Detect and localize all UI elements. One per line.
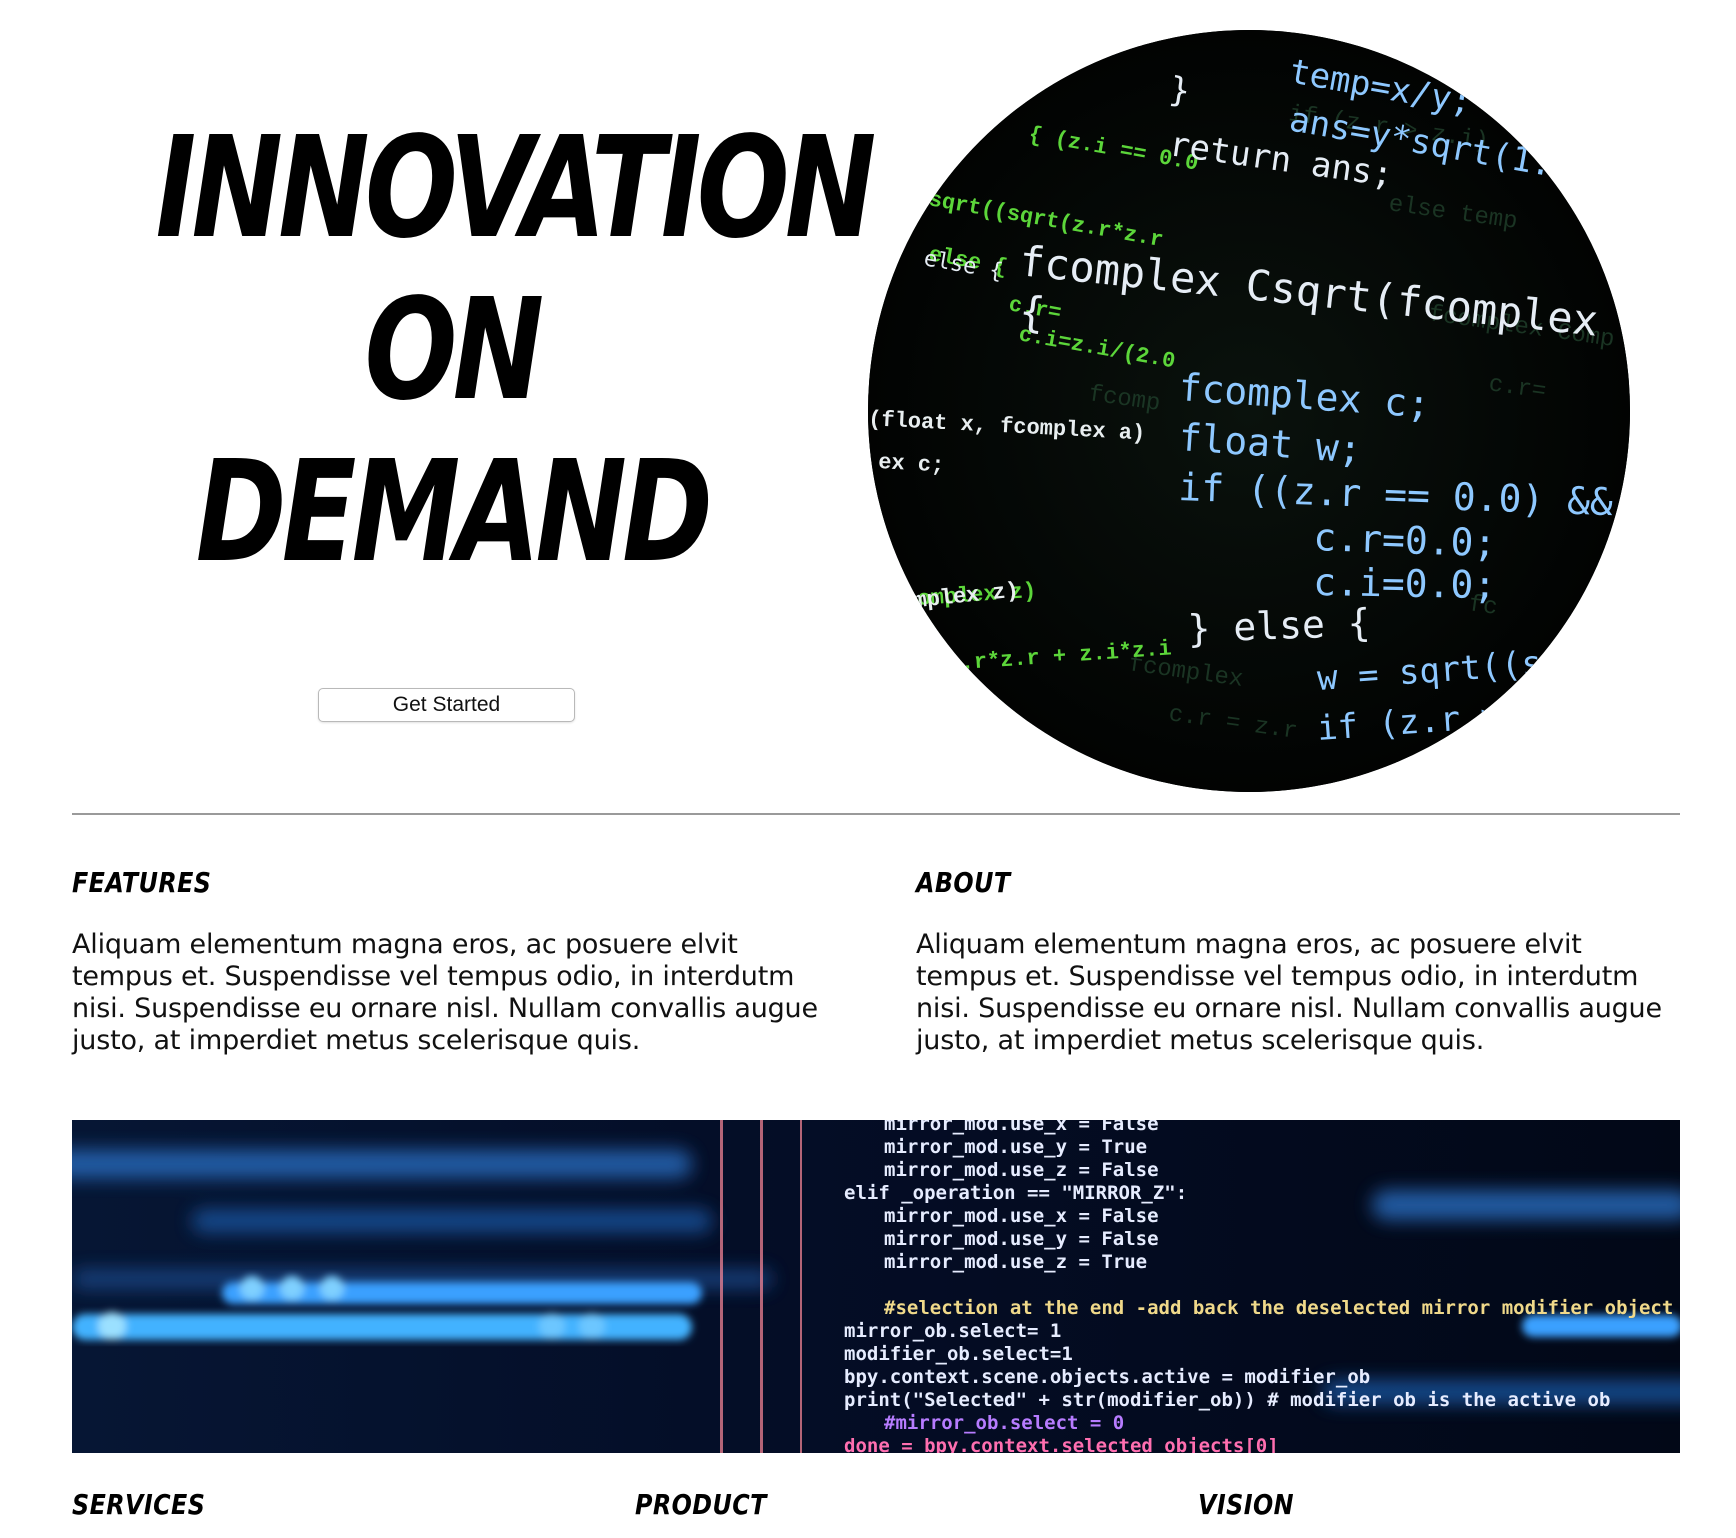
hero-code-line: } else { <box>1187 601 1371 651</box>
get-started-button[interactable]: Get Started <box>318 688 575 722</box>
banner-code-line: bpy.context.scene.objects.active = modif… <box>844 1366 1370 1388</box>
hero-code-svg: if (z.r > z.i) else temp fcomplex Comp c… <box>868 30 1630 792</box>
banner-code-line: #mirror_ob.select = 0 <box>884 1412 1124 1434</box>
hero-code-line: c.i=0.0; <box>1313 560 1497 607</box>
banner-code-line: mirror_mod.use_y = True <box>884 1136 1147 1158</box>
hero-code-image: if (z.r > z.i) else temp fcomplex Comp c… <box>868 30 1630 792</box>
banner-code-line: modifier_ob.select=1 <box>844 1343 1073 1365</box>
product-heading: PRODUCT <box>635 1488 767 1521</box>
hero-code-line: ex c; <box>878 450 945 478</box>
hero-code-line: c.r=0.0; <box>1313 515 1497 565</box>
section-divider <box>72 813 1680 815</box>
vision-heading: VISION <box>1198 1488 1294 1521</box>
banner-code-line: mirror_mod.use_z = False <box>884 1159 1159 1181</box>
hero-title-line: INNOVATION <box>155 107 877 270</box>
hero-title-line: ON <box>364 269 545 432</box>
banner-code-svg: mirror_mod.use_x = False mirror_mod.use_… <box>72 1120 1680 1453</box>
about-text: Aliquam elementum magna eros, ac posuere… <box>916 929 1662 1056</box>
hero-title-line: DEMAND <box>195 431 713 594</box>
banner-code-line: #selection at the end -add back the dese… <box>884 1297 1673 1319</box>
banner-code-line: elif _operation == "MIRROR_Z": <box>844 1182 1187 1204</box>
features-text: Aliquam elementum magna eros, ac posuere… <box>72 929 818 1056</box>
banner-code-line: mirror_ob.select= 1 <box>844 1320 1061 1342</box>
about-heading: ABOUT <box>916 866 1011 899</box>
banner-code-line: mirror_mod.use_y = False <box>884 1228 1159 1250</box>
banner-code-line: print("Selected" + str(modifier_ob)) # m… <box>844 1389 1610 1411</box>
banner-code-line: done = bpy.context.selected_objects[0] <box>844 1435 1279 1453</box>
hero-title: INNOVATION ON DEMAND <box>155 107 877 594</box>
code-banner-image: mirror_mod.use_x = False mirror_mod.use_… <box>72 1120 1680 1453</box>
banner-code-line: mirror_mod.use_z = True <box>884 1251 1147 1273</box>
features-heading: FEATURES <box>72 866 212 899</box>
hero-code-line: { <box>1017 286 1047 337</box>
banner-code-line: mirror_mod.use_x = False <box>884 1205 1159 1227</box>
banner-code-line: mirror_mod.use_x = False <box>884 1120 1159 1135</box>
services-heading: SERVICES <box>72 1488 206 1521</box>
